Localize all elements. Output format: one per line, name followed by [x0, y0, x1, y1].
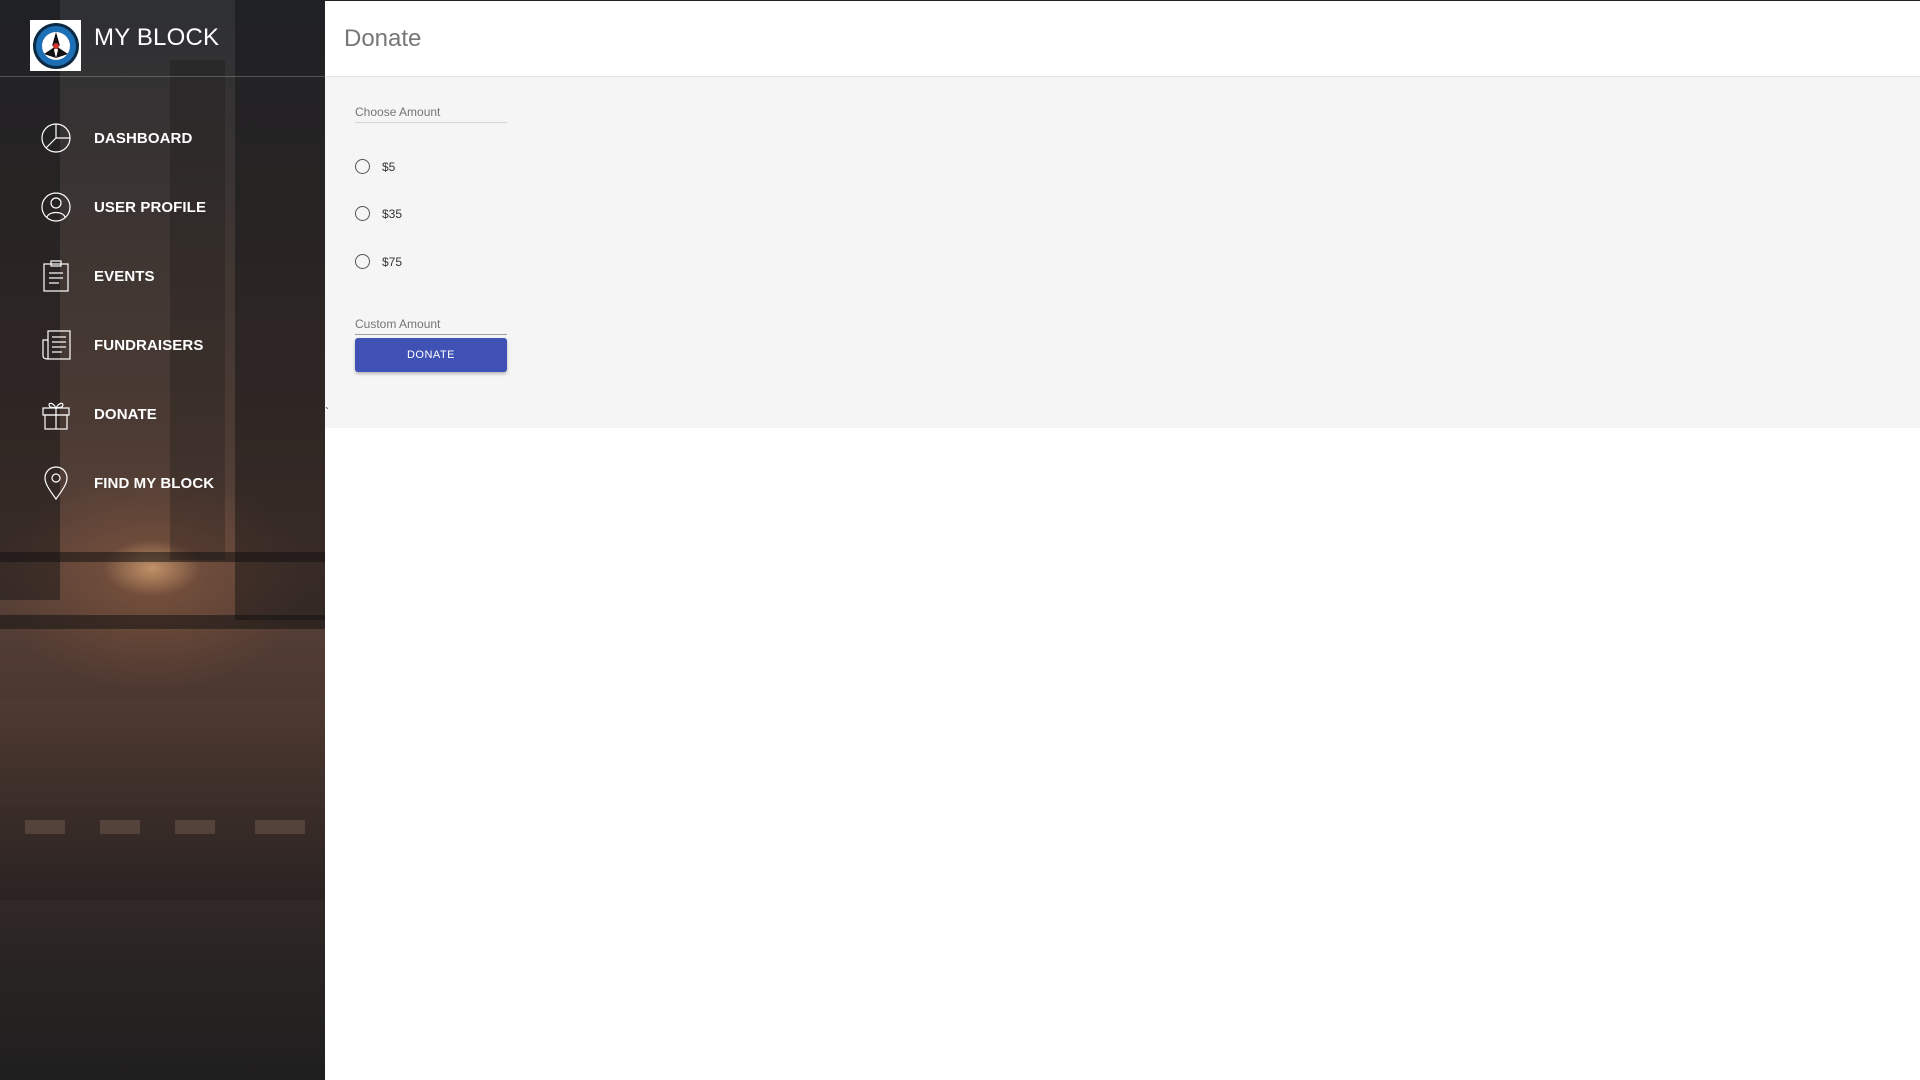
- background-rail: [0, 615, 325, 629]
- background-crosswalk: [255, 820, 305, 834]
- clipboard-icon: [40, 259, 72, 293]
- radio-label: $75: [382, 255, 403, 269]
- background-crosswalk: [175, 820, 215, 834]
- donate-panel: Choose Amount $5 $35 $75 Custom Amount D…: [325, 77, 1920, 428]
- donate-button[interactable]: DONATE: [355, 338, 507, 372]
- amount-option-35[interactable]: $35: [355, 204, 555, 224]
- page-header: Donate: [325, 1, 1920, 77]
- user-icon: [40, 190, 72, 224]
- sidebar-item-label: FUNDRAISERS: [94, 337, 204, 354]
- radio-button[interactable]: [355, 159, 370, 174]
- choose-amount-label: Choose Amount: [355, 105, 507, 123]
- radio-button[interactable]: [355, 206, 370, 221]
- custom-amount-field[interactable]: Custom Amount: [355, 317, 507, 335]
- sidebar-item-label: EVENTS: [94, 268, 155, 285]
- brand-header[interactable]: MY BLOCK: [0, 0, 325, 77]
- sidebar-item-label: DASHBOARD: [94, 130, 193, 147]
- pie-chart-icon: [40, 121, 72, 155]
- page-title: Donate: [344, 25, 422, 52]
- radio-label: $35: [382, 207, 403, 221]
- gift-icon: [40, 397, 72, 431]
- sidebar-item-fundraisers[interactable]: FUNDRAISERS: [0, 311, 325, 380]
- amount-option-75[interactable]: $75: [355, 252, 555, 272]
- amount-option-5[interactable]: $5: [355, 157, 555, 177]
- sidebar-item-dashboard[interactable]: DASHBOARD: [0, 104, 325, 173]
- sidebar-item-user-profile[interactable]: USER PROFILE: [0, 173, 325, 242]
- sidebar-item-label: DONATE: [94, 406, 157, 423]
- map-pin-icon: [40, 466, 72, 501]
- background-crosswalk: [25, 820, 65, 834]
- stray-tick: `: [325, 405, 329, 419]
- radio-label: $5: [382, 160, 396, 174]
- sidebar-nav: DASHBOARD USER PROFILE EVENTS FUNDRAISER…: [0, 104, 325, 518]
- background-road: [0, 700, 325, 900]
- sidebar: MY BLOCK DASHBOARD USER PROFILE EVENTS F…: [0, 0, 325, 1080]
- sidebar-item-label: USER PROFILE: [94, 199, 207, 216]
- sidebar-item-label: FIND MY BLOCK: [94, 475, 215, 492]
- app-title: MY BLOCK: [94, 24, 220, 51]
- sidebar-item-donate[interactable]: DONATE: [0, 380, 325, 449]
- background-crosswalk: [100, 820, 140, 834]
- sidebar-item-events[interactable]: EVENTS: [0, 242, 325, 311]
- newspaper-icon: [40, 328, 72, 362]
- logo-icon: [30, 20, 81, 71]
- background-rail: [0, 552, 325, 562]
- radio-button[interactable]: [355, 254, 370, 269]
- sidebar-item-find-my-block[interactable]: FIND MY BLOCK: [0, 449, 325, 518]
